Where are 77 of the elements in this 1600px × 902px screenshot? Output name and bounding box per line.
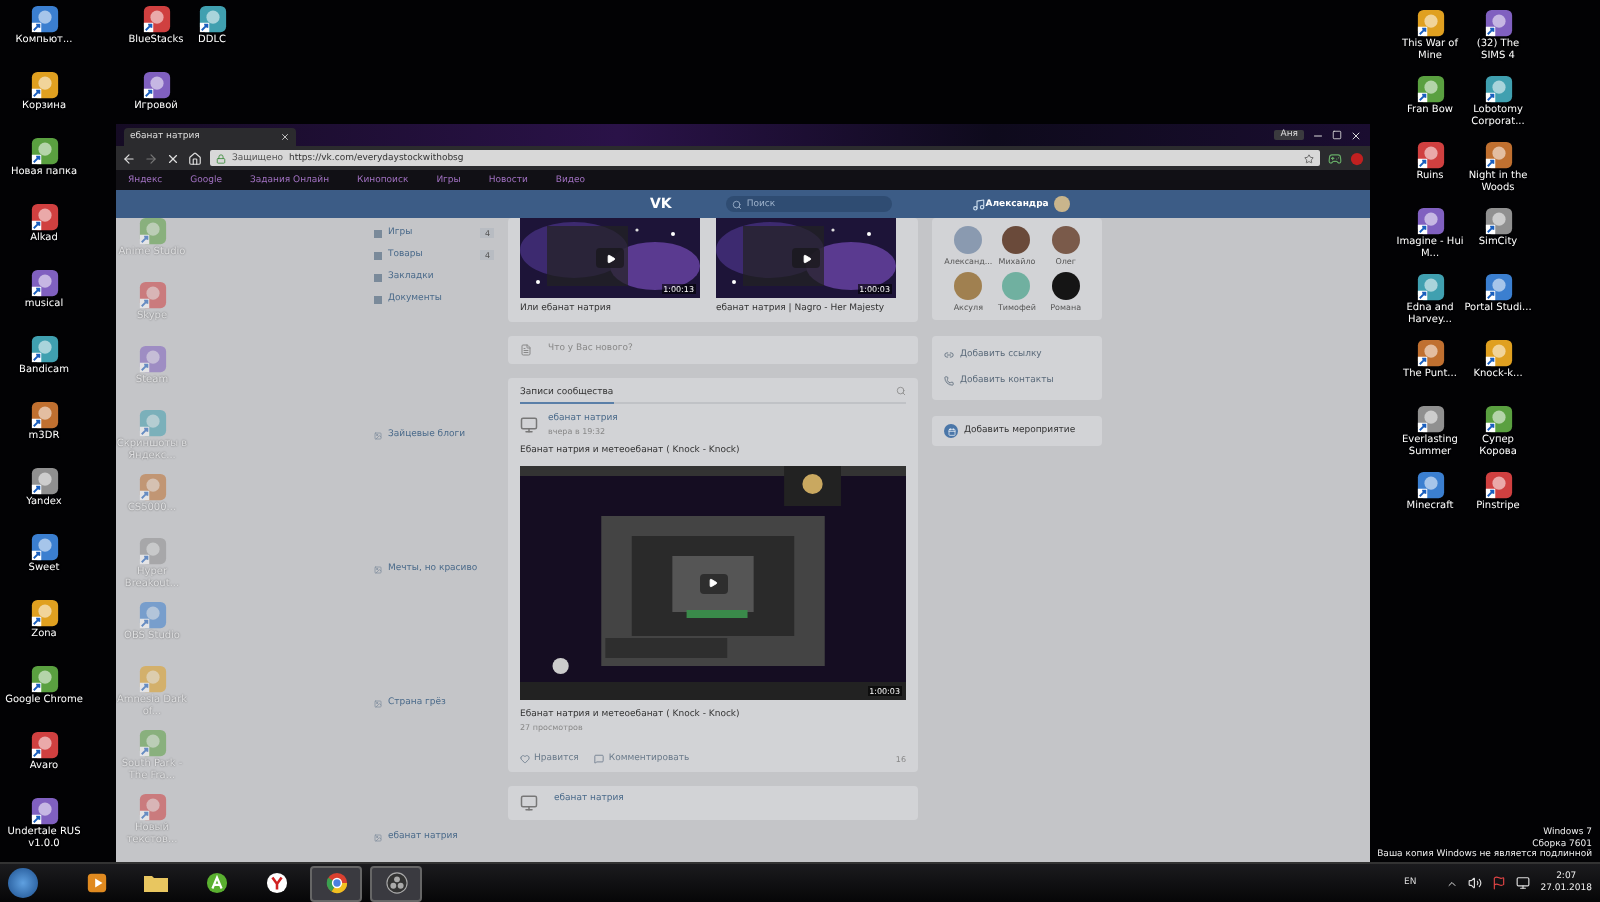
app-icon[interactable] <box>29 268 59 298</box>
start-button[interactable] <box>8 868 38 898</box>
app-icon[interactable] <box>1483 470 1513 500</box>
menu-icon <box>374 273 382 281</box>
home-icon[interactable] <box>188 151 202 165</box>
app-icon[interactable] <box>29 4 59 34</box>
calendar-icon <box>944 424 958 438</box>
pen-icon <box>520 344 532 356</box>
forward-icon[interactable] <box>144 151 158 165</box>
caret-icon[interactable] <box>1446 877 1459 889</box>
taskbar-button[interactable] <box>370 865 422 901</box>
app-icon[interactable] <box>29 136 59 166</box>
app-icon[interactable] <box>197 4 227 34</box>
menu-icon <box>374 295 382 303</box>
extension-icon[interactable] <box>1328 151 1342 165</box>
app-icon[interactable] <box>1483 404 1513 434</box>
minimize-icon[interactable] <box>1312 129 1324 141</box>
app-icon[interactable] <box>141 70 171 100</box>
close-icon[interactable] <box>1350 129 1362 141</box>
app-icon[interactable] <box>29 334 59 364</box>
music-icon[interactable] <box>972 197 986 211</box>
friend-avatar[interactable] <box>1002 226 1031 254</box>
app-icon[interactable] <box>29 730 59 760</box>
app-icon[interactable] <box>1415 470 1445 500</box>
play-button[interactable] <box>596 248 624 268</box>
app-icon[interactable] <box>141 4 171 34</box>
avatar[interactable] <box>1054 196 1070 212</box>
app-icon[interactable] <box>1483 206 1513 236</box>
record-icon <box>385 872 407 894</box>
a-letter-icon <box>205 872 227 894</box>
app-icon[interactable] <box>1483 272 1513 302</box>
y-letter-icon <box>265 872 287 894</box>
app-icon[interactable] <box>29 466 59 496</box>
heart-icon <box>520 754 530 764</box>
app-icon[interactable] <box>1483 140 1513 170</box>
app-icon[interactable] <box>29 400 59 430</box>
phone-icon <box>944 376 954 386</box>
folder-icon <box>144 872 168 894</box>
app-icon[interactable] <box>29 532 59 562</box>
speaker-icon[interactable] <box>1468 876 1483 890</box>
media-player-icon <box>85 872 107 894</box>
lock-icon <box>216 153 226 163</box>
back-icon[interactable] <box>122 151 136 165</box>
app-icon[interactable] <box>1483 8 1513 38</box>
stop-icon[interactable] <box>166 151 180 165</box>
app-icon[interactable] <box>29 664 59 694</box>
friend-avatar[interactable] <box>1051 272 1080 300</box>
app-icon[interactable] <box>1483 338 1513 368</box>
star-icon[interactable] <box>1304 153 1314 163</box>
app-icon[interactable] <box>1415 272 1445 302</box>
app-icon[interactable] <box>1415 404 1445 434</box>
author-icon <box>520 416 538 434</box>
link-icon <box>944 350 954 360</box>
play-icon <box>801 253 811 263</box>
author-icon <box>520 794 538 812</box>
app-icon[interactable] <box>29 70 59 100</box>
play-button[interactable] <box>699 573 727 593</box>
menu-icon <box>374 229 382 237</box>
app-icon[interactable] <box>1415 206 1445 236</box>
comment-icon <box>594 754 605 764</box>
app-icon[interactable] <box>29 598 59 628</box>
app-icon[interactable] <box>1415 74 1445 104</box>
app-icon[interactable] <box>1415 8 1445 38</box>
app-icon[interactable] <box>1483 74 1513 104</box>
app-icon[interactable] <box>1415 140 1445 170</box>
chrome-icon <box>325 872 347 894</box>
app-icon[interactable] <box>1415 338 1445 368</box>
app-icon[interactable] <box>29 202 59 232</box>
play-icon <box>605 253 615 263</box>
play-icon <box>708 578 718 588</box>
flag-icon[interactable] <box>1492 876 1507 890</box>
play-button[interactable] <box>792 248 820 268</box>
taskbar-button[interactable] <box>310 865 362 901</box>
app-icon[interactable] <box>29 796 59 826</box>
menu-icon <box>374 251 382 259</box>
maximize-icon[interactable] <box>1332 130 1342 140</box>
search-icon <box>732 199 743 209</box>
